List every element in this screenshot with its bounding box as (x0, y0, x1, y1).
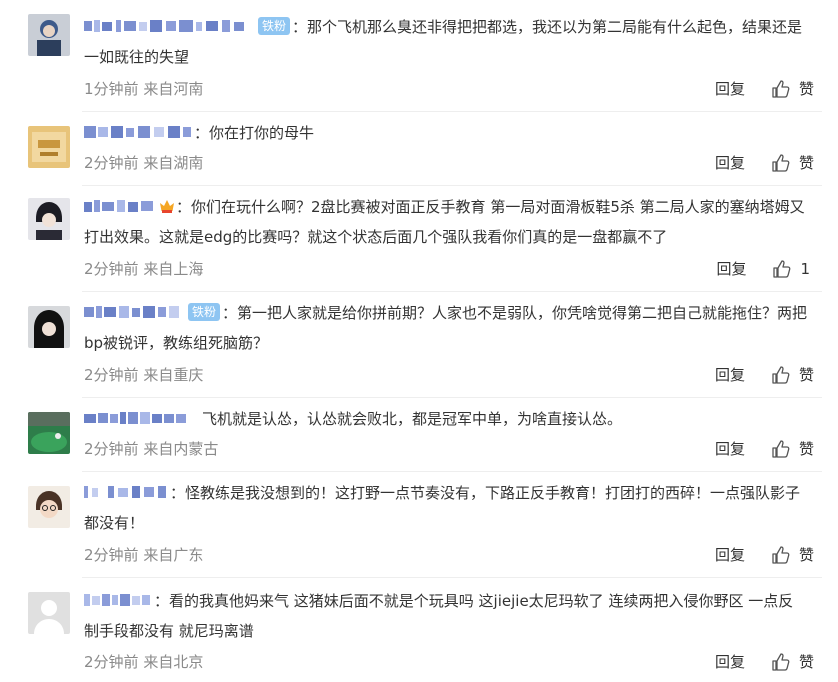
username-pixelated[interactable] (84, 196, 156, 216)
avatar[interactable] (28, 486, 70, 528)
divider (82, 185, 822, 186)
comment-actions: 回复 赞 (715, 153, 814, 173)
divider (82, 111, 822, 112)
comment-meta: 2分钟前 来自内蒙古 (84, 439, 218, 459)
comment-text: 你们在玩什么啊？2盘比赛被对面正反手教育 第一局对面滑板鞋5杀 第二局人家的塞纳… (84, 198, 805, 246)
avatar[interactable] (28, 306, 70, 348)
like-button[interactable]: 赞 (771, 79, 814, 99)
comment-meta: 2分钟前 来自重庆 (84, 365, 203, 385)
comment-time: 1分钟前 (84, 80, 139, 98)
reply-button[interactable]: 回复 (715, 79, 745, 99)
username-pixelated[interactable] (84, 482, 170, 502)
comment-body: ：你们在玩什么啊？2盘比赛被对面正反手教育 第一局对面滑板鞋5杀 第二局人家的塞… (84, 192, 808, 252)
like-button[interactable]: 1 (772, 259, 810, 279)
like-button[interactable]: 赞 (771, 545, 814, 565)
comment-time: 2分钟前 (84, 260, 139, 278)
thumbs-up-icon (773, 260, 791, 278)
comment-time: 2分钟前 (84, 440, 139, 458)
username-pixelated[interactable] (84, 302, 184, 322)
colon: ： (194, 124, 210, 142)
colon: ： (154, 592, 170, 610)
comment-actions: 回复 赞 (715, 545, 814, 565)
comment-location: 来自广东 (143, 546, 204, 564)
fan-badge: 铁粉 (258, 16, 291, 35)
comment-actions: 回复 赞 (715, 79, 814, 99)
comment-location: 来自内蒙古 (143, 440, 219, 458)
like-button[interactable]: 赞 (771, 153, 814, 173)
comment-body: ：看的我真他妈来气 这猪妹后面不就是个玩具吗 这jiejie太尼玛软了 连续两把… (84, 586, 808, 646)
comment-actions: 回复 赞 (715, 652, 814, 672)
avatar[interactable] (28, 14, 70, 56)
like-label: 赞 (798, 653, 814, 671)
thumbs-up-icon (772, 366, 790, 384)
comment-actions: 回复 赞 (715, 439, 814, 459)
reply-button[interactable]: 回复 (715, 153, 745, 173)
comment-body: 铁粉 ：第一把人家就是给你拼前期？人家也不是弱队，你凭啥觉得第二把自己就能拖住？两… (84, 298, 808, 358)
thumbs-up-icon (772, 440, 790, 458)
comment-body: 铁粉 ：那个飞机那么臭还非得把把都选，我还以为第二局能有什么起色，结果还是一如既往… (84, 12, 808, 72)
comment-text: 看的我真他妈来气 这猪妹后面不就是个玩具吗 这jiejie太尼玛软了 连续两把入… (84, 592, 794, 640)
comment-meta: 2分钟前 来自湖南 (84, 153, 203, 173)
comment-time: 2分钟前 (84, 653, 139, 671)
avatar[interactable] (28, 198, 70, 240)
fan-badge: 铁粉 (188, 302, 221, 321)
comment-actions: 回复 1 (716, 259, 810, 279)
comment-location: 来自重庆 (143, 366, 204, 384)
colon: ： (292, 18, 308, 36)
like-label: 赞 (798, 154, 814, 172)
reply-button[interactable]: 回复 (715, 545, 745, 565)
comment-text: 飞机就是认怂，认怂就会败北，都是冠军中单，为啥直接认怂。 (202, 410, 623, 428)
comment-location: 来自上海 (143, 260, 204, 278)
comment-location: 来自湖南 (143, 154, 204, 172)
thumbs-up-icon (772, 154, 790, 172)
comment-actions: 回复 赞 (715, 365, 814, 385)
comment-location: 来自北京 (143, 653, 204, 671)
like-label: 赞 (798, 546, 814, 564)
vip-crown-icon (160, 199, 174, 213)
reply-button[interactable]: 回复 (716, 259, 746, 279)
colon: ： (222, 304, 238, 322)
comment-meta: 2分钟前 来自广东 (84, 545, 203, 565)
comment-meta: 2分钟前 来自北京 (84, 652, 203, 672)
comment-time: 2分钟前 (84, 366, 139, 384)
comment-meta: 1分钟前 来自河南 (84, 79, 203, 99)
comment-text: 你在打你的母牛 (209, 124, 315, 142)
avatar[interactable] (28, 592, 70, 634)
colon: ： (170, 484, 186, 502)
comment-time: 2分钟前 (84, 546, 139, 564)
username-pixelated[interactable] (84, 122, 194, 142)
username-pixelated[interactable] (84, 590, 154, 610)
username-pixelated[interactable] (84, 16, 254, 36)
comment-location: 来自河南 (143, 80, 204, 98)
comment-time: 2分钟前 (84, 154, 139, 172)
like-label: 赞 (798, 440, 814, 458)
avatar[interactable] (28, 126, 70, 168)
reply-button[interactable]: 回复 (715, 439, 745, 459)
username-pixelated[interactable] (84, 408, 188, 428)
like-label: 赞 (798, 80, 814, 98)
thumbs-up-icon (772, 546, 790, 564)
divider (82, 291, 822, 292)
reply-button[interactable]: 回复 (715, 652, 745, 672)
colon: ： (176, 198, 192, 216)
divider (82, 397, 822, 398)
like-button[interactable]: 赞 (771, 439, 814, 459)
reply-button[interactable]: 回复 (715, 365, 745, 385)
like-button[interactable]: 赞 (771, 652, 814, 672)
comment-body: 飞机就是认怂，认怂就会败北，都是冠军中单，为啥直接认怂。 (84, 404, 808, 434)
like-count: 1 (800, 260, 810, 278)
comment-meta: 2分钟前 来自上海 (84, 259, 203, 279)
divider (82, 577, 822, 578)
thumbs-up-icon (772, 80, 790, 98)
comment-body: ：怪教练是我没想到的！这打野一点节奏没有，下路正反手教育！打团打的西碎！一点强队… (84, 478, 808, 538)
comment-body: ：你在打你的母牛 (84, 118, 808, 148)
thumbs-up-icon (772, 653, 790, 671)
like-button[interactable]: 赞 (771, 365, 814, 385)
avatar[interactable] (28, 412, 70, 454)
like-label: 赞 (798, 366, 814, 384)
divider (82, 471, 822, 472)
comment-text: 怪教练是我没想到的！这打野一点节奏没有，下路正反手教育！打团打的西碎！一点强队影… (84, 484, 801, 532)
